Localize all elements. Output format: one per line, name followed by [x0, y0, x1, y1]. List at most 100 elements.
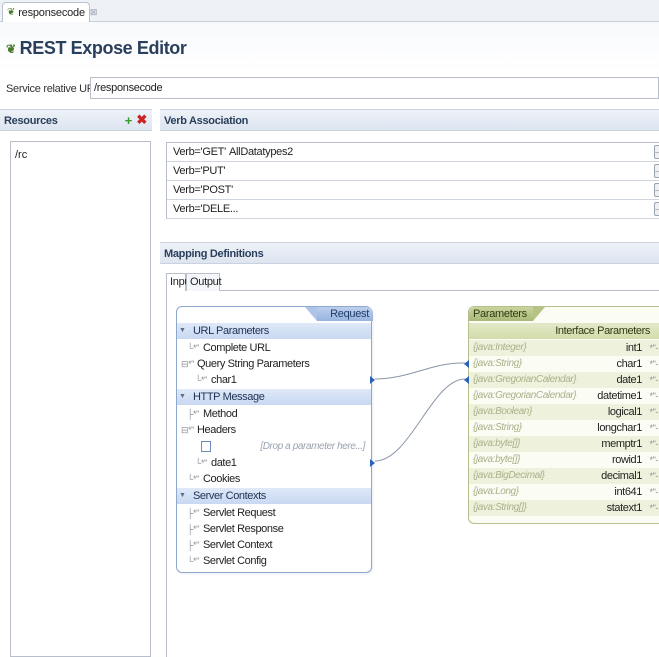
parameter-name: int1: [625, 342, 643, 354]
tree-item-label: Method: [203, 408, 238, 420]
parameter-name: longchar1: [597, 422, 642, 434]
service-uri-label: Service relative URI: [6, 83, 98, 95]
parameter-row-char1[interactable]: {java:String} char1 *"-: [464, 356, 659, 372]
tree-item-cookies[interactable]: └*" Cookies: [177, 471, 371, 487]
collapse-arrow-icon[interactable]: ▼: [179, 323, 186, 339]
interface-parameters-header: Interface Parameters: [469, 323, 659, 339]
verb-name: Verb='GET': [173, 146, 226, 158]
request-tree-title: Request: [317, 307, 373, 321]
parameter-row-rowid1[interactable]: {java:byte[]} rowid1 *"-: [469, 452, 659, 468]
parameter-name: rowid1: [611, 454, 642, 466]
verb-row-post[interactable]: Verb='POST' ...: [167, 181, 659, 200]
parameter-type: {java:String[]}: [473, 502, 527, 513]
parameter-row-memptr1[interactable]: {java:byte[]} memptr1 *"-: [469, 436, 659, 452]
rest-editor-icon: ❦: [6, 41, 16, 56]
mapping-tab-strip: Input Output: [166, 271, 659, 291]
mapping-port-icon[interactable]: [464, 360, 469, 368]
tree-item-label: Cookies: [203, 473, 240, 485]
parameter-name: int641: [614, 486, 642, 498]
parameter-marker-icon: *"-: [649, 439, 659, 449]
rest-service-icon: ❦: [7, 7, 16, 18]
parameter-row-decimal1[interactable]: {java:BigDecimal} decimal1 *"-: [469, 468, 659, 484]
editor-header: ❦ REST Expose Editor: [0, 22, 659, 72]
parameter-type: {java:Integer}: [473, 342, 527, 353]
tree-item-query-string-parameters[interactable]: ⊟*" Query String Parameters: [177, 356, 371, 372]
parameter-name: logical1: [607, 406, 643, 418]
verb-name: Verb='PUT': [173, 165, 226, 177]
tree-item-headers[interactable]: ⊟*" Headers: [177, 422, 371, 438]
browse-operation-button[interactable]: ...: [654, 164, 659, 178]
tree-item-servlet-context[interactable]: ├*" Servlet Context: [177, 537, 371, 553]
parameter-row-logical1[interactable]: {java:Boolean} logical1 *"-: [469, 404, 659, 420]
resource-item[interactable]: /rc: [11, 142, 150, 168]
verb-association-header: Verb Association: [160, 109, 659, 131]
parameter-type: {java:String}: [473, 422, 522, 433]
verb-table: Verb='GET' AllDatatypes2 ... Verb='PUT' …: [166, 142, 659, 219]
parameter-row-int641[interactable]: {java:Long} int641 *"-: [469, 484, 659, 500]
tree-group-server-contexts[interactable]: ▼ Server Contexts: [177, 488, 371, 504]
tree-group-http-message[interactable]: ▼ HTTP Message: [177, 389, 371, 405]
parameter-marker-icon: *"-: [649, 503, 659, 513]
browse-operation-button[interactable]: ...: [654, 183, 659, 197]
parameter-marker-icon: *"-: [649, 343, 659, 353]
parameter-type: {java:Long}: [473, 486, 519, 497]
tree-connector-icon: └*": [195, 375, 207, 385]
tree-item-label: char1: [211, 374, 237, 386]
mapping-port-icon[interactable]: [370, 376, 375, 384]
verb-row-get[interactable]: Verb='GET' AllDatatypes2 ...: [167, 143, 659, 162]
collapse-arrow-icon[interactable]: ▼: [179, 389, 186, 405]
parameter-row-int1[interactable]: {java:Integer} int1 *"-: [469, 340, 659, 356]
verb-operation: AllDatatypes2: [229, 146, 293, 158]
tree-item-servlet-config[interactable]: └*" Servlet Config: [177, 553, 371, 569]
verb-name: Verb='DELE...: [173, 203, 239, 215]
editor-tab-responsecode[interactable]: ❦ responsecode ⊠: [2, 2, 97, 22]
parameter-marker-icon: *"-: [649, 375, 659, 385]
tree-connector-icon: └*": [195, 458, 207, 468]
add-resource-icon[interactable]: +: [125, 113, 133, 128]
parameter-marker-icon: *"-: [649, 391, 659, 401]
tree-connector-icon: └*": [187, 474, 199, 484]
tree-item-date1[interactable]: └*" date1: [177, 455, 375, 471]
resources-title: Resources: [4, 115, 58, 127]
tab-output[interactable]: Output: [186, 273, 222, 291]
tree-item-servlet-request[interactable]: ├*" Servlet Request: [177, 505, 371, 521]
parameter-row-date1[interactable]: {java:GregorianCalendar} date1 *"-: [464, 372, 659, 388]
tree-connector-icon: ├*": [187, 409, 199, 419]
parameter-row-statext1[interactable]: {java:String[]} statext1 *"-: [469, 500, 659, 516]
parameter-marker-icon: *"-: [649, 455, 659, 465]
editor-tab-bar: ❦ responsecode ⊠: [0, 0, 659, 22]
mapping-port-icon[interactable]: [464, 376, 469, 384]
tree-item-method[interactable]: ├*" Method: [177, 406, 371, 422]
tree-item-complete-url[interactable]: └*" Complete URL: [177, 340, 371, 356]
tree-connector-icon: ├*": [187, 540, 199, 550]
resources-header: Resources + ✖: [0, 109, 152, 131]
parameter-marker-icon: *"-: [649, 359, 659, 369]
mapping-port-icon[interactable]: [370, 459, 375, 467]
parameter-row-datetime1[interactable]: {java:GregorianCalendar} datetime1 *"-: [469, 388, 659, 404]
delete-resource-icon[interactable]: ✖: [136, 112, 147, 128]
collapse-arrow-icon[interactable]: ▼: [179, 488, 186, 504]
tree-item-servlet-response[interactable]: ├*" Servlet Response: [177, 521, 371, 537]
parameter-name: decimal1: [601, 470, 642, 482]
expand-toggle-icon[interactable]: ⊟*": [181, 356, 194, 372]
tab-input[interactable]: Input: [166, 273, 193, 291]
service-uri-input[interactable]: [90, 77, 659, 99]
mapping-definitions-header: Mapping Definitions: [160, 242, 659, 264]
parameter-type: {java:byte[]}: [473, 454, 521, 465]
parameter-marker-icon: *"-: [649, 407, 659, 417]
parameter-row-longchar1[interactable]: {java:String} longchar1 *"-: [469, 420, 659, 436]
expand-toggle-icon[interactable]: ⊟*": [181, 422, 194, 438]
close-icon[interactable]: ⊠: [90, 7, 98, 18]
parameter-name: memptr1: [601, 438, 642, 450]
verb-row-put[interactable]: Verb='PUT' ...: [167, 162, 659, 181]
verb-row-delete[interactable]: Verb='DELE... ...: [167, 200, 659, 219]
browse-operation-button[interactable]: ...: [654, 145, 659, 159]
tree-drop-target[interactable]: [Drop a parameter here...]: [177, 439, 371, 455]
tree-item-label: date1: [211, 457, 237, 469]
tree-group-url-parameters[interactable]: ▼ URL Parameters: [177, 323, 371, 339]
browse-operation-button[interactable]: ...: [654, 202, 659, 216]
parameter-type: {java:String}: [473, 358, 522, 369]
parameter-name: date1: [616, 374, 642, 386]
tree-item-char1[interactable]: └*" char1: [177, 372, 375, 388]
parameter-type: {java:GregorianCalendar}: [473, 374, 577, 385]
